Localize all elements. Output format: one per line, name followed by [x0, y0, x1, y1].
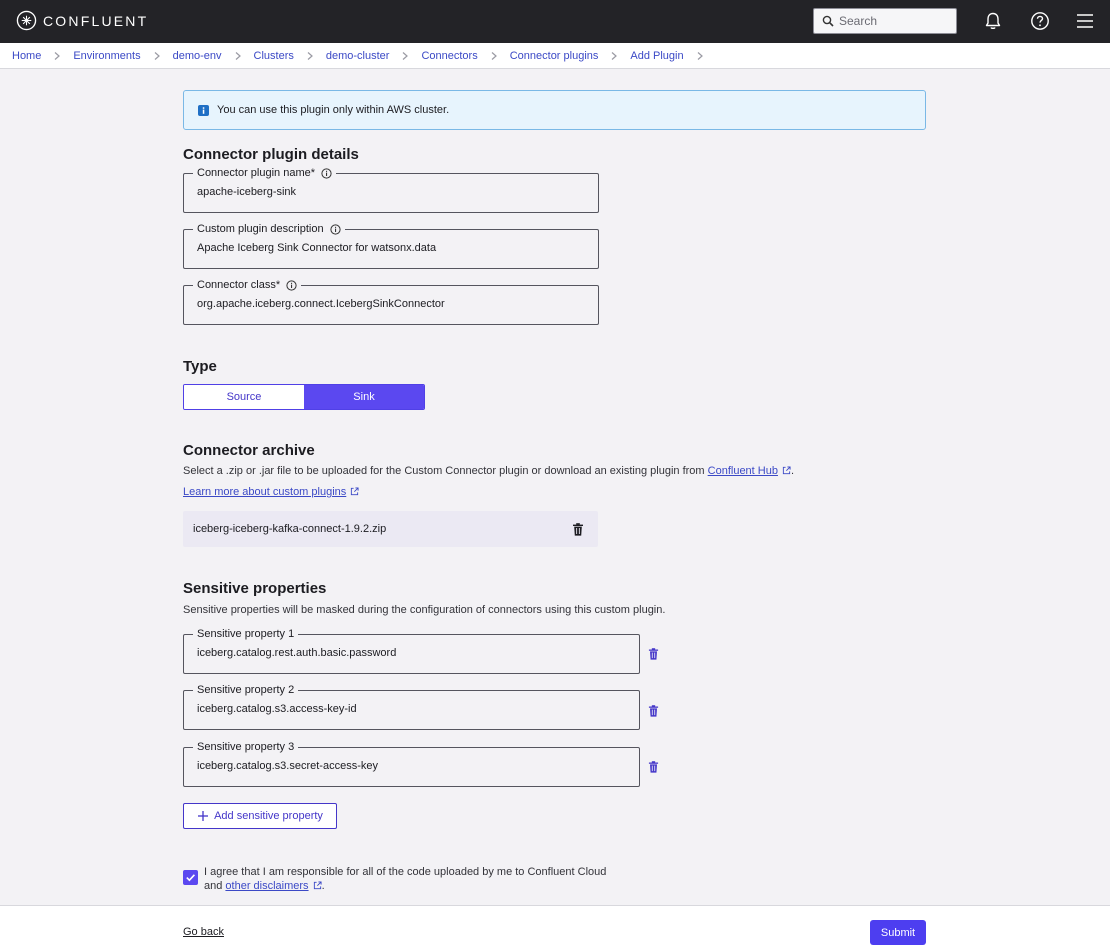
plugin-name-label-text: Connector plugin name* [197, 167, 316, 179]
chevron-right-icon [403, 51, 409, 60]
sensitive-property-2-field[interactable]: Sensitive property 2 [183, 682, 640, 730]
external-link-icon [313, 881, 322, 890]
search-box[interactable] [813, 8, 957, 34]
menu-icon[interactable] [1075, 11, 1095, 31]
footer-bar: Go back Submit [0, 905, 1110, 951]
sensitive-property-3-label-text: Sensitive property 3 [197, 741, 295, 753]
breadcrumb-connectors[interactable]: Connectors [421, 50, 477, 62]
plugin-name-label: Connector plugin name* [193, 165, 337, 181]
chevron-right-icon [307, 51, 313, 60]
bell-icon[interactable] [983, 11, 1003, 31]
archive-description-text: Select a .zip or .jar file to be uploade… [183, 465, 708, 477]
chevron-right-icon [491, 51, 497, 60]
plugin-name-field[interactable]: Connector plugin name* [183, 165, 599, 213]
info-circle-icon[interactable] [286, 279, 297, 291]
archive-description: Select a .zip or .jar file to be uploade… [183, 465, 794, 477]
agreement-suffix: . [321, 880, 325, 892]
sensitive-description: Sensitive properties will be masked duri… [183, 604, 666, 616]
connector-class-label: Connector class* [193, 277, 302, 293]
delete-property-1-icon[interactable] [648, 648, 659, 660]
top-bar: CONFLUENT [0, 0, 1110, 43]
plugin-description-field[interactable]: Custom plugin description [183, 221, 599, 269]
add-sensitive-property-button[interactable]: Add sensitive property [183, 803, 337, 829]
archive-heading: Connector archive [183, 442, 315, 459]
other-disclaimers-link[interactable]: other disclaimers [225, 880, 308, 892]
confluent-logo-icon [16, 10, 37, 31]
add-sensitive-property-label: Add sensitive property [214, 810, 323, 822]
go-back-link[interactable]: Go back [183, 926, 224, 938]
delete-property-2-icon[interactable] [648, 705, 659, 717]
learn-more-row: Learn more about custom plugins [183, 486, 359, 498]
sensitive-heading: Sensitive properties [183, 580, 327, 597]
info-circle-icon[interactable] [321, 167, 332, 179]
agreement-checkbox[interactable] [183, 870, 198, 885]
breadcrumb-connector-plugins[interactable]: Connector plugins [510, 50, 599, 62]
sensitive-property-2-label: Sensitive property 2 [193, 682, 299, 698]
plugin-description-input[interactable] [197, 242, 570, 254]
type-toggle: Source Sink [183, 384, 425, 410]
confluent-hub-link[interactable]: Confluent Hub [708, 465, 778, 477]
delete-property-3-icon[interactable] [648, 761, 659, 773]
chevron-right-icon [697, 51, 703, 60]
archive-description-suffix: . [790, 465, 795, 477]
external-link-icon [782, 466, 791, 475]
type-source-button[interactable]: Source [184, 385, 304, 409]
submit-button[interactable]: Submit [870, 920, 926, 945]
plugin-description-label-text: Custom plugin description [197, 223, 324, 235]
sensitive-property-1-input[interactable] [197, 647, 607, 659]
sensitive-property-3-label: Sensitive property 3 [193, 739, 299, 755]
breadcrumb-home[interactable]: Home [12, 50, 41, 62]
connector-class-field[interactable]: Connector class* [183, 277, 599, 325]
sensitive-property-2-label-text: Sensitive property 2 [197, 684, 295, 696]
uploaded-file-name: iceberg-iceberg-kafka-connect-1.9.2.zip [193, 523, 387, 535]
confluent-logo[interactable]: CONFLUENT [16, 10, 148, 31]
details-heading: Connector plugin details [183, 146, 359, 163]
connector-class-label-text: Connector class* [197, 279, 281, 291]
brand-name: CONFLUENT [43, 12, 149, 29]
sensitive-property-3-input[interactable] [197, 760, 607, 772]
trash-icon[interactable] [572, 523, 584, 536]
chevron-right-icon [154, 51, 160, 60]
plus-icon [198, 811, 209, 821]
info-icon [198, 104, 209, 116]
type-sink-button[interactable]: Sink [304, 385, 424, 409]
info-banner: You can use this plugin only within AWS … [183, 90, 926, 130]
uploaded-file-row: iceberg-iceberg-kafka-connect-1.9.2.zip [183, 511, 598, 547]
breadcrumb-add-plugin[interactable]: Add Plugin [630, 50, 683, 62]
search-icon [822, 15, 834, 27]
breadcrumb-demo-env[interactable]: demo-env [173, 50, 222, 62]
help-icon[interactable] [1030, 11, 1050, 31]
breadcrumb-demo-cluster[interactable]: demo-cluster [326, 50, 390, 62]
connector-class-input[interactable] [197, 298, 570, 310]
banner-text: You can use this plugin only within AWS … [217, 104, 450, 116]
chevron-right-icon [611, 51, 618, 60]
sensitive-property-3-field[interactable]: Sensitive property 3 [183, 739, 640, 787]
sensitive-property-1-label: Sensitive property 1 [193, 626, 299, 642]
type-heading: Type [183, 358, 217, 375]
agreement-text: I agree that I am responsible for all of… [204, 865, 624, 893]
sensitive-property-1-field[interactable]: Sensitive property 1 [183, 626, 640, 674]
breadcrumb: Home Environments demo-env Clusters demo… [0, 43, 1110, 69]
info-circle-icon[interactable] [329, 223, 341, 235]
sensitive-property-1-label-text: Sensitive property 1 [197, 628, 295, 640]
learn-more-link[interactable]: Learn more about custom plugins [183, 486, 346, 498]
chevron-right-icon [54, 51, 61, 60]
search-input[interactable] [839, 14, 949, 28]
breadcrumb-environments[interactable]: Environments [73, 50, 140, 62]
chevron-right-icon [235, 51, 241, 60]
external-link-icon [351, 487, 359, 496]
plugin-description-label: Custom plugin description [193, 221, 345, 237]
breadcrumb-clusters[interactable]: Clusters [254, 50, 294, 62]
sensitive-property-2-input[interactable] [197, 703, 607, 715]
plugin-name-input[interactable] [197, 186, 570, 198]
checkmark-icon [186, 874, 195, 882]
